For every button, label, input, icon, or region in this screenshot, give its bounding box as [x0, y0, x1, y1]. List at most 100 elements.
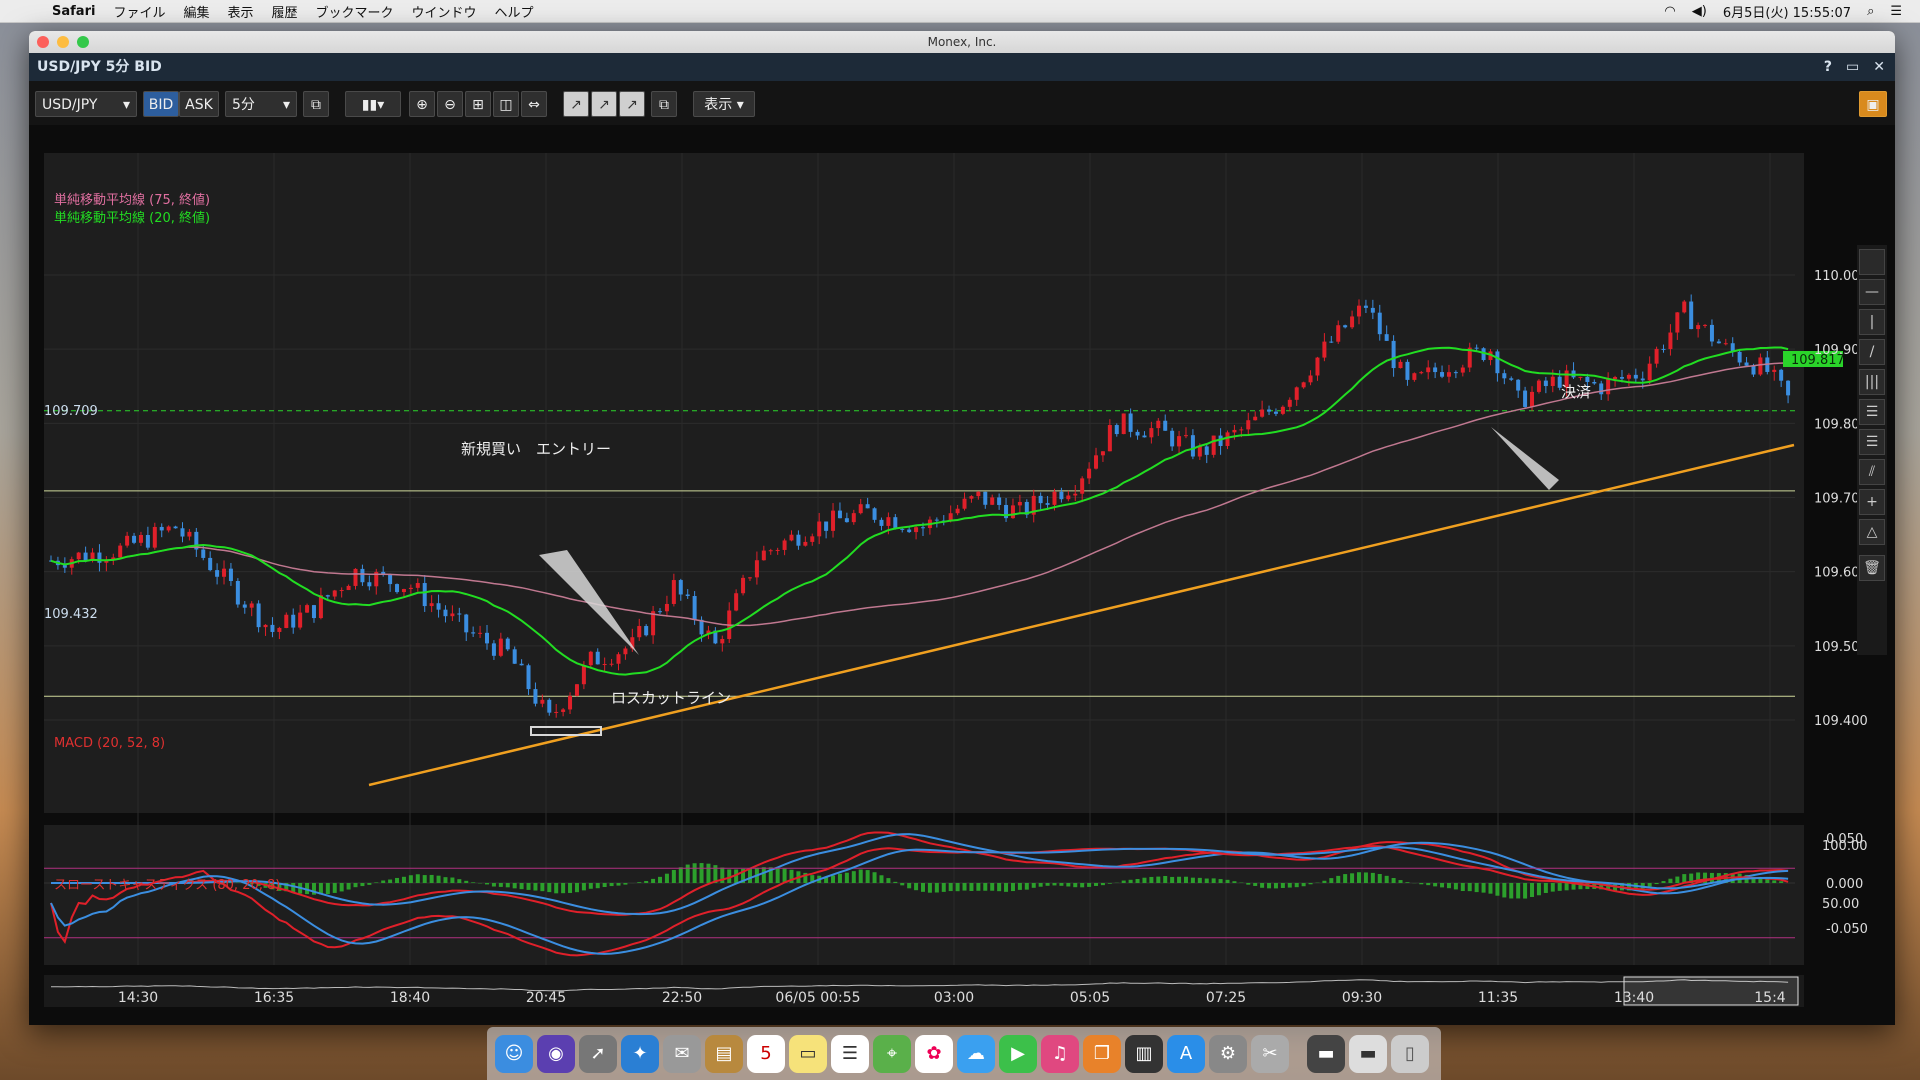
- menu-history[interactable]: 履歴: [271, 2, 297, 21]
- folder-icon[interactable]: ▬: [1307, 1034, 1345, 1073]
- symbol-select[interactable]: USD/JPY ▾: [35, 91, 137, 117]
- contacts-icon[interactable]: ▤: [705, 1034, 743, 1073]
- notes-icon[interactable]: ▭: [789, 1034, 827, 1073]
- ask-button[interactable]: ASK: [179, 91, 219, 117]
- candle-body: [1336, 325, 1341, 342]
- chart-settings-icon[interactable]: ▣: [1859, 91, 1887, 117]
- bell-icon[interactable]: [1859, 249, 1885, 275]
- spotlight-icon[interactable]: ⌕: [1867, 4, 1874, 19]
- macd-hist: [1100, 883, 1105, 886]
- books-icon[interactable]: ❐: [1083, 1034, 1121, 1073]
- macd-hist: [1052, 883, 1057, 886]
- candle-body: [1530, 391, 1535, 407]
- maps-icon[interactable]: ⌖: [873, 1034, 911, 1073]
- draw-tool2-icon[interactable]: ↗: [591, 91, 617, 117]
- photos-icon[interactable]: ✿: [915, 1034, 953, 1073]
- triangle-icon[interactable]: △: [1859, 519, 1885, 545]
- chart-svg[interactable]: 単純移動平均線 (75, 終値) 単純移動平均線 (20, 終値) 109.70…: [29, 125, 1895, 1025]
- appstore-icon[interactable]: A: [1167, 1034, 1205, 1073]
- safari-icon[interactable]: ✦: [621, 1034, 659, 1073]
- system-prefs-icon[interactable]: ⚙: [1209, 1034, 1247, 1073]
- trash-icon[interactable]: 🗑: [1859, 555, 1885, 581]
- pitchfork-icon[interactable]: ⫽: [1859, 459, 1885, 485]
- launchpad-icon[interactable]: ➚: [579, 1034, 617, 1073]
- candle-body: [1100, 451, 1105, 456]
- link-icon[interactable]: ⧉: [303, 91, 329, 117]
- calendar-icon[interactable]: 5: [747, 1034, 785, 1073]
- close-window-icon[interactable]: [37, 36, 49, 48]
- candle-body: [1433, 367, 1438, 373]
- time-tick: 20:45: [526, 990, 566, 1006]
- notification-icon[interactable]: ☰: [1890, 4, 1902, 19]
- popout-icon[interactable]: ⧉: [651, 91, 677, 117]
- wifi-icon[interactable]: ◠: [1664, 4, 1675, 19]
- display-menu-button[interactable]: 表示 ▾: [693, 91, 755, 117]
- chart-type-icon[interactable]: ▮▮▾: [345, 91, 401, 117]
- macd-hist: [1377, 874, 1382, 883]
- bid-button[interactable]: BID: [143, 91, 179, 117]
- stocks-icon[interactable]: ▥: [1125, 1034, 1163, 1073]
- downloads-icon[interactable]: ▬: [1349, 1034, 1387, 1073]
- itunes-icon[interactable]: ♫: [1041, 1034, 1079, 1073]
- vline-icon[interactable]: |: [1859, 309, 1885, 335]
- split-icon[interactable]: ◫: [493, 91, 519, 117]
- minimize-window-icon[interactable]: [57, 36, 69, 48]
- macd-hist: [1536, 883, 1541, 896]
- hline-icon[interactable]: —: [1859, 279, 1885, 305]
- candle-body: [76, 552, 81, 560]
- fit-icon[interactable]: ⊞: [465, 91, 491, 117]
- draw-tool3-icon[interactable]: ↗: [619, 91, 645, 117]
- facetime-icon[interactable]: ▶: [999, 1034, 1037, 1073]
- menu-help[interactable]: ヘルプ: [495, 2, 534, 21]
- maximize-button[interactable]: ▭: [1846, 53, 1859, 81]
- candle-body: [1599, 383, 1604, 395]
- candle-body: [921, 527, 925, 529]
- utilities-icon[interactable]: ✂: [1251, 1034, 1289, 1073]
- menu-file[interactable]: ファイル: [113, 2, 165, 21]
- app-titlebar: USD/JPY 5分 BID ? ▭ ✕: [29, 53, 1895, 81]
- zoom-out-icon[interactable]: ⊖: [437, 91, 463, 117]
- macd-hist: [1004, 883, 1009, 892]
- candle-body: [97, 552, 102, 563]
- reminders-icon[interactable]: ☰: [831, 1034, 869, 1073]
- messages-icon[interactable]: ☁: [957, 1034, 995, 1073]
- candle-body: [747, 577, 752, 579]
- macd-hist: [422, 875, 427, 883]
- interval-select[interactable]: 5分 ▾: [225, 91, 297, 117]
- trash-dock-icon[interactable]: ▯: [1391, 1034, 1429, 1073]
- expand-icon[interactable]: ⇔: [521, 91, 547, 117]
- macd-hist: [955, 883, 960, 892]
- cross-icon[interactable]: +: [1859, 489, 1885, 515]
- menubar: Safari ファイル 編集 表示 履歴 ブックマーク ウインドウ ヘルプ ◠ …: [0, 0, 1920, 23]
- fib-icon[interactable]: ☰: [1859, 399, 1885, 425]
- candle-body: [118, 545, 123, 558]
- help-button[interactable]: ?: [1824, 53, 1832, 81]
- mail-icon[interactable]: ✉: [663, 1034, 701, 1073]
- volume-icon[interactable]: ◀): [1692, 4, 1707, 19]
- menu-window[interactable]: ウインドウ: [412, 2, 477, 21]
- candle-body: [1426, 367, 1431, 373]
- clock[interactable]: 6月5日(火) 15:55:07: [1723, 2, 1851, 21]
- candle-body: [166, 526, 171, 531]
- menu-app-name[interactable]: Safari: [52, 4, 95, 19]
- candle-body: [644, 626, 649, 636]
- menu-edit[interactable]: 編集: [183, 2, 209, 21]
- fib2-icon[interactable]: ☰: [1859, 429, 1885, 455]
- menu-bookmarks[interactable]: ブックマーク: [316, 2, 394, 21]
- channel-icon[interactable]: |||: [1859, 369, 1885, 395]
- candle-body: [277, 627, 282, 632]
- candle-body: [62, 565, 67, 568]
- trendline-icon[interactable]: /: [1859, 339, 1885, 365]
- candle-body: [893, 517, 898, 529]
- zoom-in-icon[interactable]: ⊕: [409, 91, 435, 117]
- menu-view[interactable]: 表示: [227, 2, 253, 21]
- chart-area[interactable]: 単純移動平均線 (75, 終値) 単純移動平均線 (20, 終値) 109.70…: [29, 125, 1895, 1025]
- zoom-window-icon[interactable]: [77, 36, 89, 48]
- draw-tool-icon[interactable]: ↗: [563, 91, 589, 117]
- siri-icon[interactable]: ◉: [537, 1034, 575, 1073]
- macd-hist: [658, 876, 663, 883]
- candle-body: [796, 534, 801, 546]
- finder-icon[interactable]: ☺: [495, 1034, 533, 1073]
- macd-hist: [692, 863, 697, 883]
- close-chart-button[interactable]: ✕: [1873, 53, 1885, 81]
